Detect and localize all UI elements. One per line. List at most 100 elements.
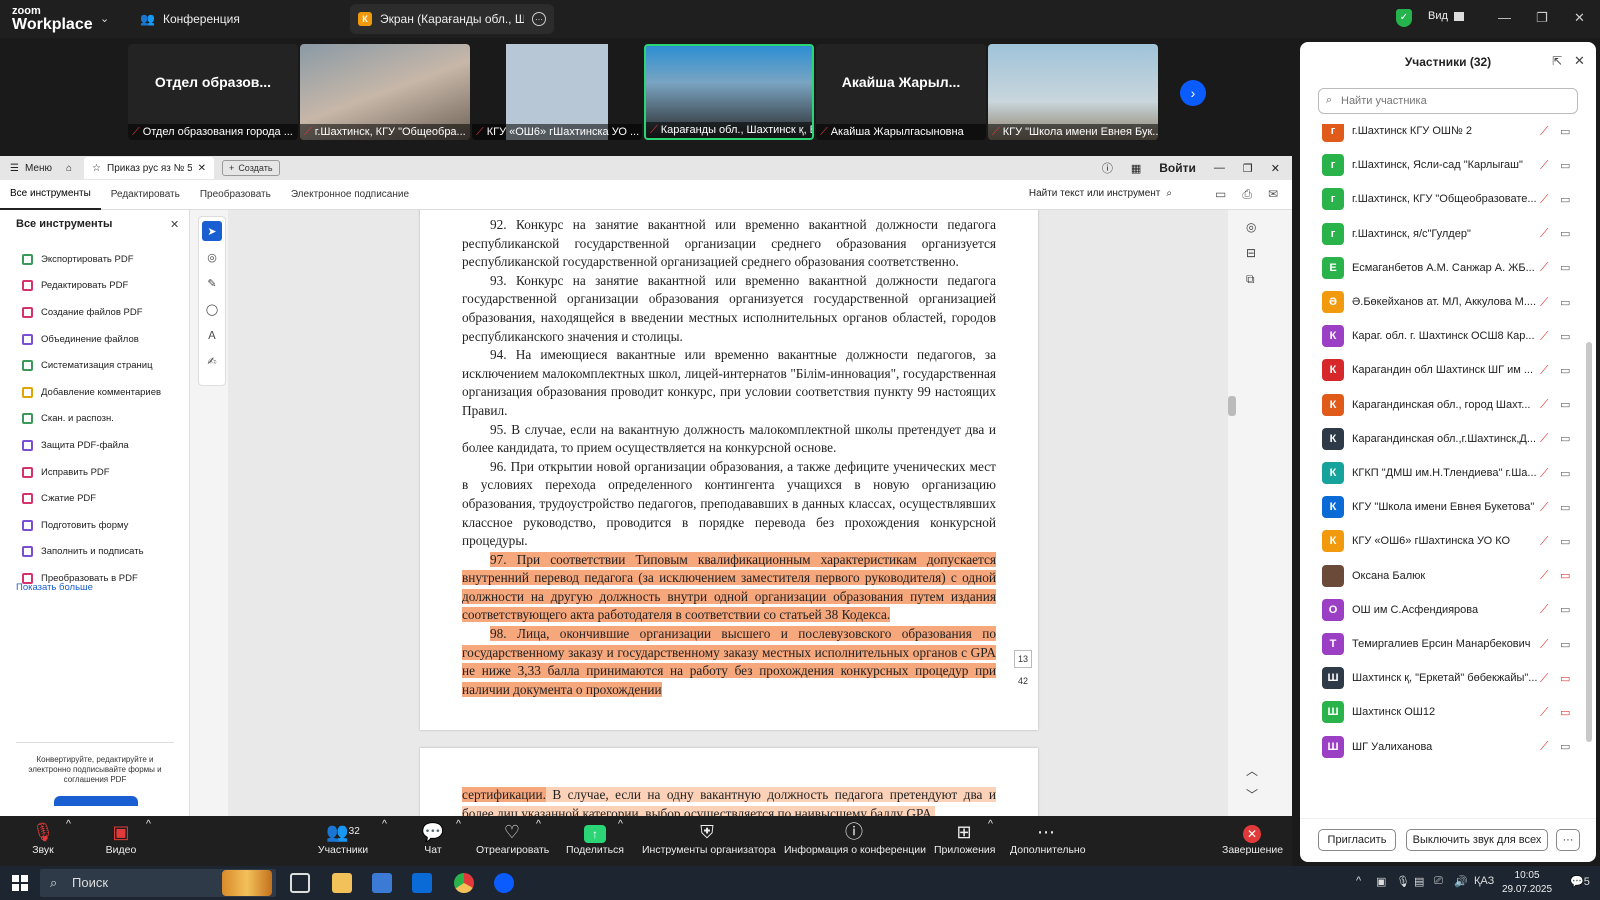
page-text[interactable]: 92. Конкурс на занятие вакантной или вре… [462,216,996,699]
more-options-button[interactable]: ··· [1556,829,1580,851]
chrome-icon[interactable] [454,873,474,893]
mic-muted-icon[interactable]: ⟋ [1540,739,1548,754]
participant-row[interactable]: г г.Шахтинск КГУ ОШ№ 2 ⟋ ▭ [1300,124,1590,148]
maximize-icon[interactable]: ❐ [1536,10,1548,26]
close-icon[interactable]: ✕ [1574,53,1585,69]
comment-panel-icon[interactable]: ◎ [1246,220,1256,234]
video-icon[interactable]: ▭ [1560,125,1570,138]
tool-item[interactable]: Добавление комментариев [22,379,161,406]
participant-row[interactable]: Ш Шахтинск қ, "Еркетай" бөбекжайы"... ⟋ ▭ [1300,661,1590,695]
video-tile-active-speaker[interactable]: ⟋ Карағанды обл., Шахтинск қ, ББ [644,44,814,140]
tool-item[interactable]: Редактировать PDF [22,273,161,300]
maximize-icon[interactable]: ❐ [1243,162,1253,175]
show-more-link[interactable]: Показать больше [16,582,93,593]
menu-all-tools[interactable]: Все инструменты [0,180,101,210]
participant-row[interactable]: К Карагандинская обл.,г.Шахтинск,Д... ⟋ ▭ [1300,422,1590,456]
mic-muted-icon[interactable]: ⟋ [1540,705,1548,720]
video-icon[interactable]: ▭ [1560,501,1570,514]
close-tab-icon[interactable]: ✕ [198,163,206,174]
sign-tool-icon[interactable]: ✍ [202,351,222,371]
create-button[interactable]: + Создать [222,160,280,176]
video-icon[interactable]: ▭ [1560,296,1570,309]
notification-icon[interactable]: 💬5 [1570,875,1590,888]
mic-muted-icon[interactable]: ⟋ [1540,226,1548,241]
close-icon[interactable]: ✕ [1574,10,1585,26]
minimize-icon[interactable]: — [1214,162,1225,174]
video-icon[interactable]: ▭ [1560,638,1570,651]
participant-row[interactable]: К КГКП "ДМШ им.Н.Тлендиева" г.Ша... ⟋ ▭ [1300,456,1590,490]
video-tile[interactable]: ⟋ КГУ "Школа имени Евнея Бук... [988,44,1158,140]
clock[interactable]: 10:05 29.07.2025 [1502,869,1552,897]
tool-item[interactable]: Создание файлов PDF [22,299,161,326]
pages-icon[interactable]: ⧉ [1246,272,1255,287]
video-icon[interactable]: ▭ [1560,261,1570,274]
print-icon[interactable]: ⎙ [1242,187,1252,202]
video-icon[interactable]: ▭ [1560,467,1570,480]
text-tool-icon[interactable]: Ａ [202,325,222,345]
lasso-tool-icon[interactable]: ◯ [202,299,222,319]
language-indicator[interactable]: ҚАЗ [1474,875,1494,887]
mic-muted-icon[interactable]: ⟋ [1540,568,1548,583]
mic-muted-icon[interactable]: ⟋ [1540,602,1548,617]
select-tool-icon[interactable]: ➤ [202,221,222,241]
video-icon[interactable]: ▭ [1560,364,1570,377]
shield-icon[interactable]: ✓ [1396,9,1412,27]
video-tile[interactable]: Отдел образов... ⟋ Отдел образования горо… [128,44,298,140]
mic-muted-icon[interactable]: ⟋ [1540,534,1548,549]
tab-screen-share[interactable]: К Экран (Карағанды обл., Шахтин ··· [350,4,554,34]
more-icon[interactable]: ··· [532,12,546,26]
close-icon[interactable]: ✕ [1271,162,1280,175]
star-icon[interactable]: ☆ [92,163,101,174]
mic-muted-icon[interactable]: ⟋ [1540,124,1548,139]
host-tools-button[interactable]: ⛨ Инструменты организатора [642,820,776,856]
video-icon[interactable]: ▭ [1560,432,1570,445]
tool-item[interactable]: Заполнить и подписать [22,539,161,566]
mic-muted-icon[interactable]: ⟋ [1540,295,1548,310]
login-button[interactable]: Войти [1159,161,1196,175]
mic-muted-icon[interactable]: ⟋ [1540,671,1548,686]
video-off-icon[interactable]: ▭ [1560,569,1570,582]
mic-icon[interactable]: 🎙 [1396,875,1410,888]
network-icon[interactable]: ⎚ [1434,875,1443,888]
help-icon[interactable]: ⓘ [1102,160,1113,176]
zoom-icon[interactable] [494,873,514,893]
invite-button[interactable]: Пригласить [1318,829,1396,851]
mic-muted-icon[interactable]: ⟋ [1540,466,1548,481]
video-icon[interactable]: ▭ [1560,535,1570,548]
mic-muted-icon[interactable]: ⟋ [1540,260,1548,275]
tool-item[interactable]: Сжатие PDF [22,485,161,512]
save-icon[interactable]: ▭ [1215,187,1226,202]
chevron-up-icon[interactable]: ^ [536,818,541,830]
tab-conference[interactable]: 👥 Конференция [140,0,240,38]
mic-muted-icon[interactable]: ⟋ [1540,500,1548,515]
participant-row[interactable]: К Карагандинская обл., город Шахт... ⟋ ▭ [1300,388,1590,422]
end-button[interactable]: ✕ Завершение [1222,820,1283,856]
meeting-info-button[interactable]: ⓘ Информация о конференции [784,820,926,856]
chat-button[interactable]: 💬 Чат [416,820,450,856]
chevron-up-icon[interactable]: ^ [988,818,993,830]
promo-button[interactable] [54,796,138,806]
page-number-input[interactable]: 13 [1014,650,1032,668]
close-icon[interactable]: ✕ [170,218,179,231]
participant-row[interactable]: Т Темиргалиев Ерсин Манарбекович ⟋ ▭ [1300,627,1590,661]
scrollbar[interactable] [1228,396,1236,416]
video-icon[interactable]: ▭ [1560,330,1570,343]
minimize-icon[interactable]: — [1498,10,1511,25]
chevron-up-icon[interactable]: ^ [66,818,71,830]
participant-row[interactable]: Ш Шахтинск ОШ12 ⟋ ▭ [1300,695,1590,729]
participants-button[interactable]: 👥32 Участники [312,820,374,856]
task-view-icon[interactable] [290,873,310,893]
audio-button[interactable]: 🎙 Звук [28,820,58,856]
chevron-up-icon[interactable]: ^ [618,818,623,830]
participant-row[interactable]: г г.Шахтинск, я/с"Гулдер" ⟋ ▭ [1300,217,1590,251]
chevron-up-icon[interactable]: ^ [382,818,387,830]
pen-tool-icon[interactable]: ✎ [202,273,222,293]
video-icon[interactable]: ▭ [1560,159,1570,172]
chevron-down-icon[interactable]: ⌄ [100,12,109,25]
participant-row[interactable]: К Караг. обл. г. Шахтинск ОСШ8 Кар... ⟋ ▭ [1300,319,1590,353]
apps-icon[interactable]: ▦ [1131,162,1141,175]
mute-all-button[interactable]: Выключить звук для всех [1406,829,1548,851]
mic-muted-icon[interactable]: ⟋ [1540,363,1548,378]
video-tile[interactable]: ⟋ КГУ «ОШ6» гШахтинска УО ... [472,44,642,140]
menu-button[interactable]: ☰ Меню [10,163,52,174]
